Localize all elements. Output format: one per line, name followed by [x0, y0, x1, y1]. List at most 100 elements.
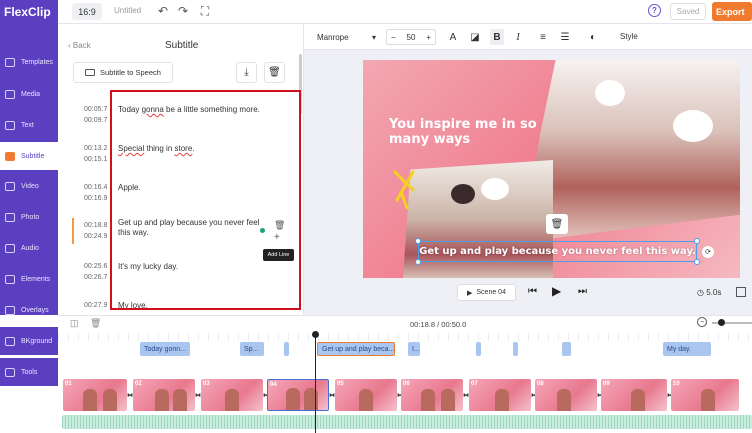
delete-caption-icon[interactable]: 🗑: [546, 214, 568, 234]
sidebar-item-label: Photo: [21, 213, 40, 221]
decrease-size-button[interactable]: −: [391, 33, 396, 42]
end-time: 00:26.7: [84, 274, 108, 281]
timeline-header: [58, 315, 752, 333]
sidebar-item-label: Tools: [21, 368, 38, 376]
subtitle-clip[interactable]: [284, 342, 289, 356]
subtitle-time: 00:18.8 00:24.9: [84, 220, 107, 242]
sidebar-item-media[interactable]: Media: [0, 80, 58, 108]
media-icon: [5, 89, 15, 99]
scene-thumbnail[interactable]: 08: [535, 379, 597, 411]
towel-shape: [481, 178, 509, 200]
subtitle-clip[interactable]: Sp...: [240, 342, 264, 356]
subtitle-clip[interactable]: [513, 342, 518, 356]
scene-thumbnail[interactable]: 07: [469, 379, 531, 411]
next-icon[interactable]: ⏭: [578, 286, 587, 297]
caption-text[interactable]: Get up and play because you never feel t…: [418, 241, 697, 262]
sidebar-item-elements[interactable]: Elements: [0, 265, 58, 293]
scene-thumbnail-selected[interactable]: 04: [267, 379, 329, 411]
font-select[interactable]: Manrope ▾: [314, 29, 379, 45]
resize-handle[interactable]: [415, 259, 421, 265]
sidebar-item-label: Subtitle: [21, 152, 45, 160]
split-icon[interactable]: ◫: [70, 318, 79, 329]
headline-text[interactable]: You inspire me in so many ways: [389, 117, 539, 147]
download-icon[interactable]: ⤓: [236, 62, 257, 83]
resize-handle[interactable]: [415, 238, 421, 244]
towel-shape: [673, 110, 713, 142]
previous-icon[interactable]: ⏮: [528, 286, 537, 297]
subtitle-clip[interactable]: I...: [408, 342, 420, 356]
scene-thumbnail[interactable]: 03: [201, 379, 263, 411]
scene-thumbnail[interactable]: 06: [401, 379, 463, 411]
increase-size-button[interactable]: +: [426, 33, 431, 42]
sidebar-item-text[interactable]: Text: [0, 111, 58, 139]
align-center-icon[interactable]: ≡: [536, 29, 550, 45]
line-spacing-icon[interactable]: ☰: [558, 29, 572, 45]
towel-shape: [595, 80, 625, 106]
subtitle-time: 00:25.6 00:26.7: [84, 261, 107, 283]
export-button[interactable]: Export: [712, 2, 752, 21]
subtitle-to-speech-label: Subtitle to Speech: [100, 68, 161, 77]
logo-text: FlexClip: [4, 5, 51, 19]
scene-thumbnail[interactable]: 05: [335, 379, 397, 411]
sidebar-item-tools[interactable]: Tools: [0, 358, 58, 386]
start-time: 00:18.8: [84, 222, 108, 229]
fullscreen-preview-icon[interactable]: [736, 287, 746, 297]
chevron-down-icon: ▾: [371, 32, 376, 42]
resize-handle[interactable]: [694, 259, 700, 265]
delete-all-icon[interactable]: 🗑: [264, 62, 285, 83]
document-title[interactable]: Untitled: [114, 6, 141, 15]
subtitle-clip-selected[interactable]: Get up and play beca...: [317, 342, 395, 356]
hair-shape: [451, 184, 475, 204]
help-icon[interactable]: ?: [648, 4, 661, 17]
text-color-icon[interactable]: A: [446, 29, 460, 45]
zoom-slider-knob[interactable]: [718, 319, 725, 326]
scene-label: Scene 04: [476, 289, 506, 296]
redo-icon[interactable]: ↷: [176, 4, 190, 18]
style-button[interactable]: Style: [620, 32, 638, 41]
scene-selector[interactable]: ▶ Scene 04: [457, 284, 516, 301]
play-button-icon[interactable]: ▶: [552, 284, 561, 298]
elements-icon: [5, 274, 15, 284]
rotate-icon[interactable]: ⟳: [702, 246, 714, 258]
sidebar-item-subtitle[interactable]: Subtitle: [0, 142, 58, 170]
overlays-icon: [5, 305, 15, 315]
sidebar-item-photo[interactable]: Photo: [0, 203, 58, 231]
fullscreen-icon[interactable]: ⛶: [198, 4, 212, 18]
scene-thumbnail[interactable]: 02: [133, 379, 195, 411]
bold-icon[interactable]: B: [490, 29, 504, 45]
scene-thumbnail[interactable]: 10: [671, 379, 739, 411]
sidebar-item-background[interactable]: BKground: [0, 327, 58, 355]
sidebar-item-video[interactable]: Video: [0, 172, 58, 200]
aspect-ratio-button[interactable]: 16:9: [72, 3, 102, 20]
timeline-ruler[interactable]: [58, 333, 752, 341]
subtitle-clip[interactable]: Today gonn...: [140, 342, 190, 356]
sidebar-item-overlays[interactable]: Overlays: [0, 296, 58, 324]
sidebar-item-label: Text: [21, 121, 34, 129]
font-size-value[interactable]: 50: [407, 33, 416, 42]
scene-thumbnail[interactable]: 09: [601, 379, 667, 411]
audio-track[interactable]: [62, 415, 752, 429]
resize-handle[interactable]: [694, 238, 700, 244]
audio-icon: [5, 243, 15, 253]
opacity-icon[interactable]: ◐: [586, 29, 600, 45]
sidebar-item-templates[interactable]: Templates: [0, 48, 58, 76]
subtitle-clip[interactable]: [562, 342, 571, 356]
highlight-color-icon[interactable]: ◪: [468, 29, 482, 45]
delete-icon[interactable]: 🗑: [90, 318, 101, 329]
italic-icon[interactable]: I: [511, 29, 525, 45]
panel-title: Subtitle: [165, 40, 199, 51]
squiggle-decoration: [393, 170, 415, 210]
playhead[interactable]: [315, 333, 316, 433]
back-link[interactable]: ‹ Back: [68, 41, 91, 50]
scene-duration[interactable]: ◷ 5.0s: [697, 288, 721, 297]
playhead-handle[interactable]: [312, 331, 319, 338]
font-size-stepper[interactable]: − 50 +: [386, 29, 436, 45]
subtitle-clip[interactable]: My day.: [663, 342, 711, 356]
sidebar-item-audio[interactable]: Audio: [0, 234, 58, 262]
app-logo[interactable]: FlexClip: [0, 0, 58, 24]
scene-thumbnail[interactable]: 01: [63, 379, 127, 411]
zoom-out-icon[interactable]: −: [697, 317, 707, 327]
subtitle-clip[interactable]: [476, 342, 481, 356]
undo-icon[interactable]: ↶: [156, 4, 170, 18]
subtitle-to-speech-button[interactable]: Subtitle to Speech: [73, 62, 173, 83]
